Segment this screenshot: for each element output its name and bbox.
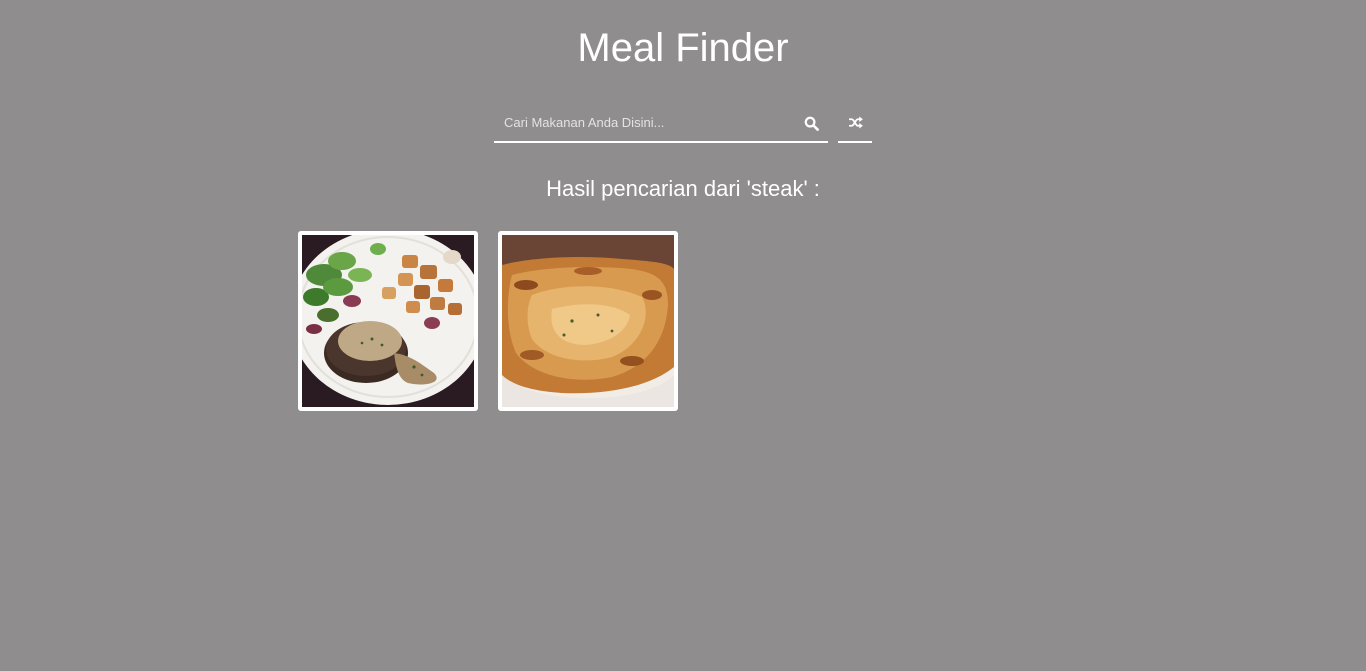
search-icon xyxy=(804,116,819,131)
random-meal-button[interactable] xyxy=(838,104,872,143)
search-box xyxy=(494,104,828,143)
search-button[interactable] xyxy=(800,112,822,134)
page-title: Meal Finder xyxy=(577,26,789,70)
meal-image-steak-salad xyxy=(302,235,474,407)
meal-card[interactable] xyxy=(298,231,478,411)
search-form xyxy=(494,104,872,143)
shuffle-icon xyxy=(848,116,863,129)
search-input[interactable] xyxy=(494,104,784,141)
meal-finder-page: Meal Finder Hasil pencarian dari 'steak'… xyxy=(0,0,1366,671)
meal-image-steak-pie xyxy=(502,235,674,407)
meal-card[interactable] xyxy=(498,231,678,411)
meals-grid xyxy=(298,231,678,411)
search-result-heading: Hasil pencarian dari 'steak' : xyxy=(546,176,820,201)
